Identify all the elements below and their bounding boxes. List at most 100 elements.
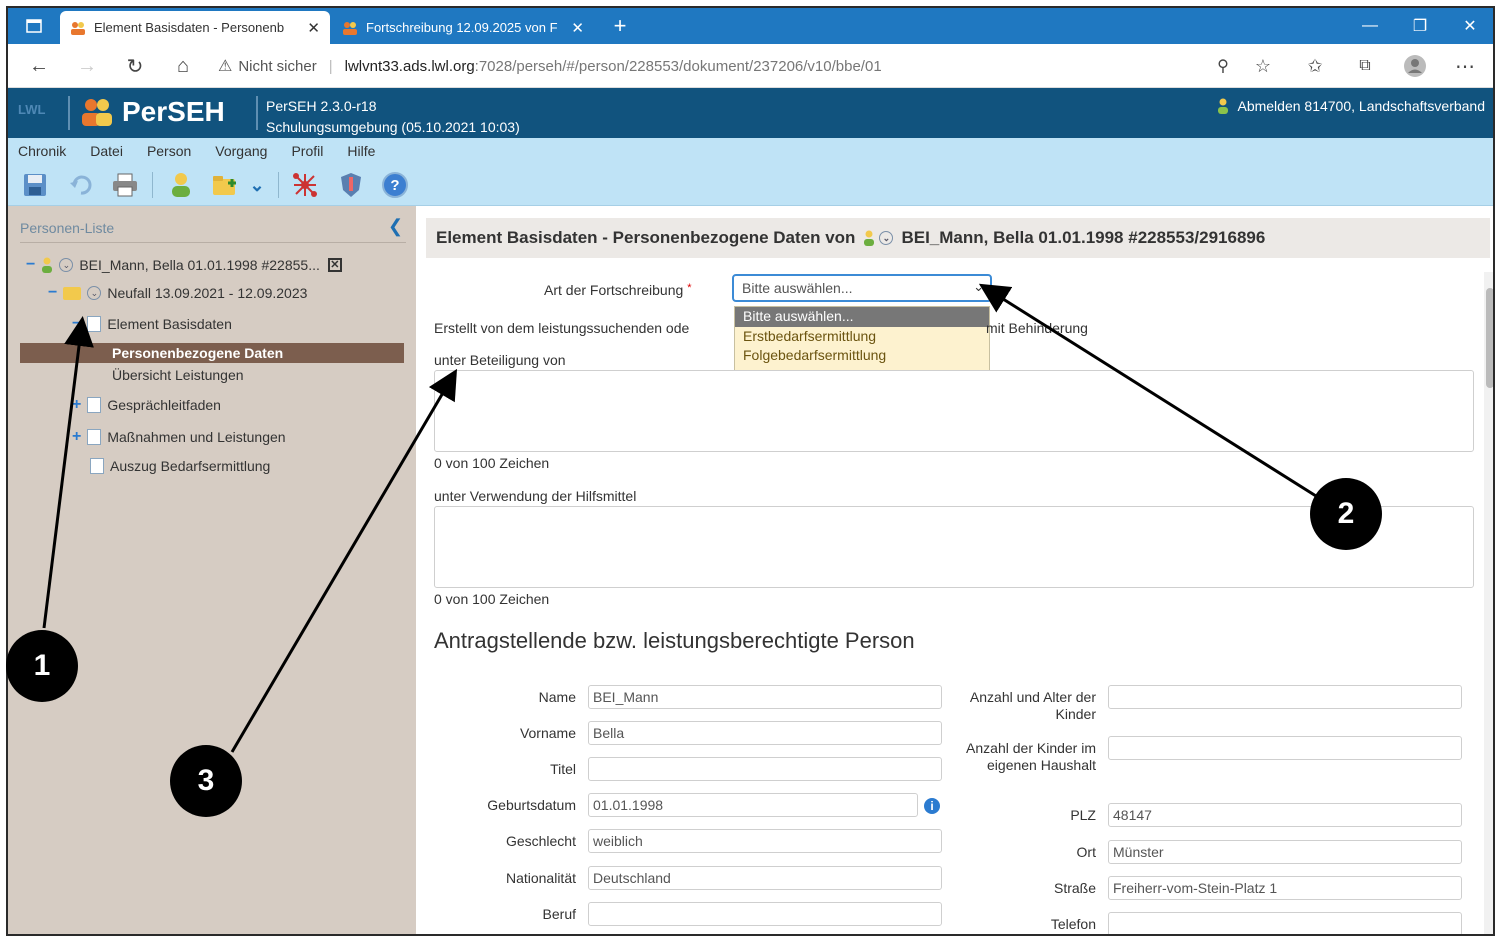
dropdown-arrow-icon[interactable]: ⌄ [244,172,270,198]
tree-item-label: Personenbezogene Daten [112,345,284,361]
vorname-field[interactable]: Bella [588,721,942,745]
kinder-haushalt-field[interactable] [1108,736,1462,760]
tree-case[interactable]: − ⌄ Neufall 13.09.2021 - 12.09.2023 [48,284,307,302]
strasse-field[interactable]: Freiherr-vom-Stein-Platz 1 [1108,876,1462,900]
header-person: BEI_Mann, Bella 01.01.1998 #228553/29168… [901,228,1266,247]
scrollbar[interactable] [1484,272,1493,934]
tree-person-label: BEI_Mann, Bella 01.01.1998 #22855... [79,257,320,273]
menu-dots-icon[interactable]: ⋯ [1450,52,1480,80]
menu-person[interactable]: Person [147,143,191,159]
tree-person[interactable]: − ⌄ BEI_Mann, Bella 01.01.1998 #22855...… [26,256,342,274]
tree-item-auszug[interactable]: Auszug Bedarfsermittlung [90,458,270,474]
art-select[interactable]: Bitte auswählen... ⌄ [732,274,992,302]
warning-icon: ⚠ [218,58,233,75]
tree-item-massnahmen[interactable]: + Maßnahmen und Leistungen [72,428,286,446]
info-icon[interactable]: i [924,798,940,814]
beruf-label: Beruf [542,906,576,922]
menu-profil[interactable]: Profil [291,143,323,159]
forward-icon[interactable]: → [72,52,102,80]
chevron-down-icon: ⌄ [973,279,984,294]
expand-plus-icon[interactable]: + [72,396,81,414]
shield-icon[interactable] [338,172,364,198]
person-icon[interactable] [168,172,194,198]
collections-icon[interactable]: ⧉ [1350,52,1380,80]
collapse-minus-icon[interactable]: − [72,315,81,333]
brand-name: PerSEH [122,96,225,127]
profile-icon[interactable] [1400,52,1430,80]
close-icon[interactable]: ✕ [307,19,320,37]
collapse-minus-icon[interactable]: − [26,256,35,274]
tree-item-personenbezogene-daten[interactable]: Personenbezogene Daten [20,343,404,363]
telefon-field[interactable] [1108,912,1462,934]
nationalitaet-field[interactable]: Deutschland [588,866,942,890]
save-icon[interactable] [22,172,48,198]
dropdown-option[interactable]: Bitte auswählen... [735,307,989,327]
favorites-icon[interactable]: ✩ [1300,52,1330,80]
folder-add-icon[interactable] [212,172,238,198]
app-environment: Schulungsumgebung (05.10.2021 10:03) [266,119,520,135]
expand-plus-icon[interactable]: + [72,428,81,446]
new-tab-button[interactable]: + [598,8,642,44]
beruf-field[interactable] [588,902,942,926]
beteiligung-textarea[interactable] [434,370,1474,452]
tree-item-element-basisdaten[interactable]: − Element Basisdaten [72,315,232,333]
person-icon [42,257,53,273]
network-icon[interactable] [292,172,318,198]
url-separator: | [328,57,333,75]
ort-field[interactable]: Münster [1108,840,1462,864]
beteiligung-label: unter Beteiligung von [434,352,566,368]
add-favorite-icon[interactable]: ☆ [1248,52,1278,80]
logout-link[interactable]: Abmelden 814700, Landschaftsverband [1217,98,1485,114]
person-icon [864,230,875,246]
back-icon[interactable]: ← [24,52,54,80]
security-label: Nicht sicher [238,57,317,75]
erstellt-label-end: mit Behinderung [986,320,1088,336]
tree-item-label: Maßnahmen und Leistungen [107,429,286,445]
zoom-icon[interactable]: ⚲ [1208,52,1238,80]
art-label: Art der Fortschreibung * [544,282,692,298]
collapse-icon[interactable]: ❮ [388,216,403,237]
undo-icon[interactable] [68,172,94,198]
tab-element-basisdaten[interactable]: Element Basisdaten - Personenb ✕ [60,11,330,44]
app-version: PerSEH 2.3.0-r18 [266,98,377,114]
plz-field[interactable]: 48147 [1108,803,1462,827]
tree-item-label: Auszug Bedarfsermittlung [110,458,271,474]
kinder-alter-field[interactable] [1108,685,1462,709]
tree-item-label: Übersicht Leistungen [112,367,244,383]
tree-item-gespraechleitfaden[interactable]: + Gesprächleitfaden [72,396,221,414]
toolbar: ⌄ ? [8,164,1493,206]
select-value: Bitte auswählen... [742,280,853,296]
menu-hilfe[interactable]: Hilfe [347,143,375,159]
header-prefix: Element Basisdaten - Personenbezogene Da… [436,228,856,247]
geschlecht-field[interactable]: weiblich [588,829,942,853]
close-window-icon[interactable]: ✕ [1448,8,1492,44]
geburtsdatum-field[interactable]: 01.01.1998 [588,793,918,817]
menu-vorgang[interactable]: Vorgang [215,143,267,159]
geschlecht-label: Geschlecht [505,833,576,849]
print-icon[interactable] [112,172,138,198]
dropdown-option[interactable]: Erstbedarfsermittlung [735,327,989,347]
home-icon[interactable]: ⌂ [168,52,198,80]
close-person-icon[interactable]: ✕ [327,258,342,272]
restore-icon[interactable]: ❐ [1398,8,1442,44]
collapse-minus-icon[interactable]: − [48,284,57,302]
scroll-thumb[interactable] [1486,288,1493,388]
menu-chronik[interactable]: Chronik [18,143,66,159]
minimize-icon[interactable]: — [1348,8,1392,44]
reload-icon[interactable]: ↻ [120,52,150,80]
annotation-badge-2: 2 [1310,478,1382,550]
toolbar-separator [278,172,279,198]
help-icon[interactable]: ? [382,172,408,198]
tree-item-uebersicht-leistungen[interactable]: Übersicht Leistungen [112,367,244,383]
status-circle-icon: ⌄ [87,286,102,300]
dropdown-option[interactable]: Folgebedarfsermittlung [735,346,989,366]
tab-fortschreibung[interactable]: Fortschreibung 12.09.2025 von F ✕ [332,11,594,44]
url-field[interactable]: ⚠ Nicht sicher | lwlvnt33.ads.lwl.org :7… [218,49,1298,83]
kinder-alter-label: Anzahl und Alter der Kinder [969,689,1096,722]
menu-datei[interactable]: Datei [90,143,123,159]
tab-actions-icon[interactable] [12,8,56,44]
titel-field[interactable] [588,757,942,781]
status-circle-icon: ⌄ [59,258,74,272]
name-field[interactable]: BEI_Mann [588,685,942,709]
close-icon[interactable]: ✕ [571,19,584,37]
